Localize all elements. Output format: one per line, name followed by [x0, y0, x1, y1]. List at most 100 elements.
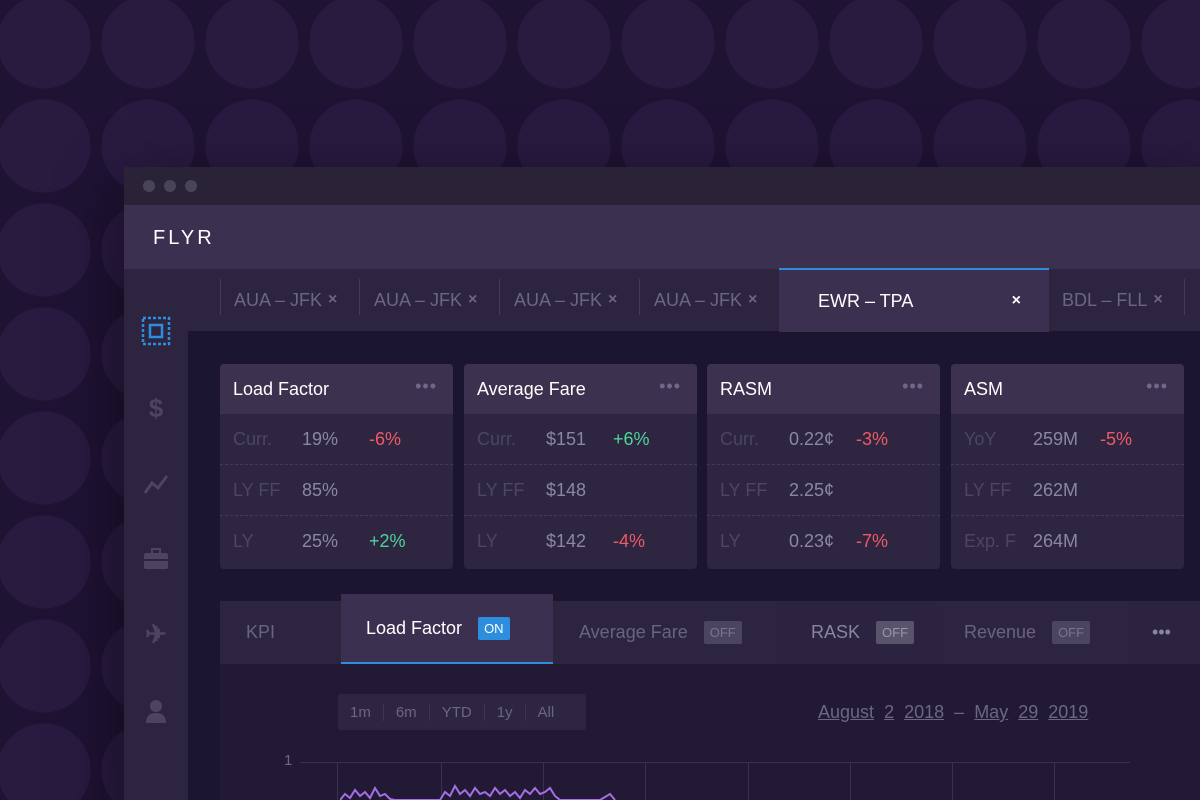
from-month-picker[interactable]: August: [818, 702, 874, 722]
toggle-off-badge[interactable]: OFF: [1052, 621, 1091, 644]
card-row: LY FF $148: [464, 465, 697, 516]
row-value: $142: [546, 531, 587, 551]
route-tab-label: AUA – JFK: [234, 289, 323, 310]
card-row: Curr. 19% -6%: [220, 414, 453, 465]
close-icon[interactable]: ×: [748, 291, 757, 309]
date-range: August 2 2018 – May 29 2019: [818, 702, 1088, 723]
range-1y-button[interactable]: 1y: [485, 703, 526, 721]
user-icon[interactable]: [141, 696, 171, 726]
chart-gridline: [337, 762, 338, 800]
toggle-off-badge[interactable]: OFF: [703, 621, 742, 644]
route-tab-label: EWR – TPA: [818, 290, 914, 311]
row-label: Curr.: [233, 428, 273, 449]
row-label: LY: [477, 531, 498, 551]
dollar-icon[interactable]: $: [141, 393, 171, 423]
range-ytd-button[interactable]: YTD: [430, 703, 485, 721]
toggle-off-badge[interactable]: OFF: [876, 621, 915, 644]
to-day-picker[interactable]: 29: [1018, 702, 1038, 722]
card-row: LY FF 85%: [220, 465, 453, 516]
metric-card-load-factor: Load Factor ••• Curr. 19% -6% LY FF 85% LY 2…: [220, 364, 453, 569]
close-icon[interactable]: ×: [328, 291, 337, 309]
chart-gridline: [748, 762, 749, 800]
from-day-picker[interactable]: 2: [884, 702, 894, 722]
chart-gridline: [850, 762, 851, 800]
row-label: LY FF: [964, 479, 1012, 500]
chart-gridline: [645, 762, 646, 800]
card-row: YoY 259M -5%: [951, 414, 1184, 465]
row-value: 0.23¢: [789, 531, 835, 551]
range-1m-button[interactable]: 1m: [338, 703, 384, 721]
row-label: Curr.: [720, 428, 760, 449]
more-icon[interactable]: •••: [1146, 376, 1168, 397]
kpi-tab-rask[interactable]: RASK OFF: [811, 601, 915, 664]
card-row: LY $142 -4%: [464, 516, 697, 567]
route-tab[interactable]: BDL – FLL ×: [1062, 269, 1163, 331]
kpi-label: KPI: [246, 622, 276, 642]
row-change: -5%: [1100, 428, 1133, 449]
row-value: $148: [546, 479, 587, 500]
row-change: -6%: [369, 428, 402, 449]
card-title: Load Factor: [233, 378, 330, 399]
chart-gridline: [1054, 762, 1055, 800]
card-row: LY FF 262M: [951, 465, 1184, 516]
kpi-tab-label: Revenue: [964, 622, 1037, 642]
range-all-button[interactable]: All: [526, 704, 567, 721]
kpi-tab-average-fare[interactable]: Average Fare OFF: [579, 601, 742, 664]
tab-divider: [1184, 279, 1185, 315]
card-row: Curr. 0.22¢ -3%: [707, 414, 940, 465]
close-icon[interactable]: ×: [1012, 292, 1021, 310]
chart-gridline: [952, 762, 953, 800]
route-tab-label: AUA – JFK: [654, 289, 743, 310]
row-change: -3%: [856, 428, 889, 449]
dashboard-icon[interactable]: [141, 316, 171, 346]
row-change: -7%: [856, 531, 889, 551]
route-tab-active[interactable]: EWR – TPA ×: [779, 268, 1049, 332]
row-label: LY: [233, 531, 254, 551]
trend-icon[interactable]: [141, 469, 171, 499]
more-icon[interactable]: •••: [902, 376, 924, 397]
card-header: ASM •••: [951, 364, 1184, 414]
row-value: 264M: [1033, 531, 1079, 551]
row-value: 2.25¢: [789, 479, 835, 500]
route-tab-label: BDL – FLL: [1062, 289, 1148, 310]
row-value: 262M: [1033, 479, 1079, 500]
tab-divider: [639, 279, 640, 315]
range-6m-button[interactable]: 6m: [384, 703, 430, 721]
more-icon[interactable]: •••: [659, 376, 681, 397]
window-minimize-dot[interactable]: [164, 180, 176, 192]
row-label: LY: [720, 531, 741, 551]
card-row: LY FF 2.25¢: [707, 465, 940, 516]
kpi-tab-revenue[interactable]: Revenue OFF: [964, 601, 1091, 664]
row-change: +6%: [613, 428, 650, 449]
kpi-toggle-bar: KPI Load Factor ON Average Fare OFF RASK…: [220, 594, 1200, 664]
plane-icon[interactable]: ✈: [141, 619, 171, 649]
kpi-tab-label: Load Factor: [366, 617, 463, 638]
row-label: LY FF: [233, 479, 281, 500]
route-tab-label: AUA – JFK: [514, 289, 603, 310]
more-icon[interactable]: •••: [415, 376, 437, 397]
card-row: Curr. $151 +6%: [464, 414, 697, 465]
route-tab[interactable]: AUA – JFK ×: [514, 269, 617, 331]
card-title: ASM: [964, 378, 1004, 399]
route-tab[interactable]: AUA – JFK ×: [234, 269, 337, 331]
app-header: FLYR: [124, 205, 1200, 269]
close-icon[interactable]: ×: [1153, 291, 1162, 309]
briefcase-icon[interactable]: [141, 544, 171, 574]
to-year-picker[interactable]: 2019: [1048, 702, 1088, 722]
row-value: 19%: [302, 428, 339, 449]
from-year-picker[interactable]: 2018: [904, 702, 944, 722]
to-month-picker[interactable]: May: [974, 702, 1008, 722]
card-row: LY 25% +2%: [220, 516, 453, 567]
load-factor-series-line: [340, 784, 616, 800]
window-maximize-dot[interactable]: [185, 180, 197, 192]
close-icon[interactable]: ×: [608, 291, 617, 309]
kpi-tab-load-factor[interactable]: Load Factor ON: [341, 594, 553, 664]
more-icon[interactable]: •••: [1128, 601, 1200, 664]
route-tab[interactable]: AUA – JFK ×: [654, 269, 757, 331]
route-tab[interactable]: AUA – JFK ×: [374, 269, 477, 331]
toggle-on-badge[interactable]: ON: [478, 616, 510, 640]
window-close-dot[interactable]: [143, 180, 155, 192]
row-value: 25%: [302, 531, 339, 551]
close-icon[interactable]: ×: [468, 291, 477, 309]
metric-card-asm: ASM ••• YoY 259M -5% LY FF 262M Exp. F 264M: [951, 364, 1184, 569]
